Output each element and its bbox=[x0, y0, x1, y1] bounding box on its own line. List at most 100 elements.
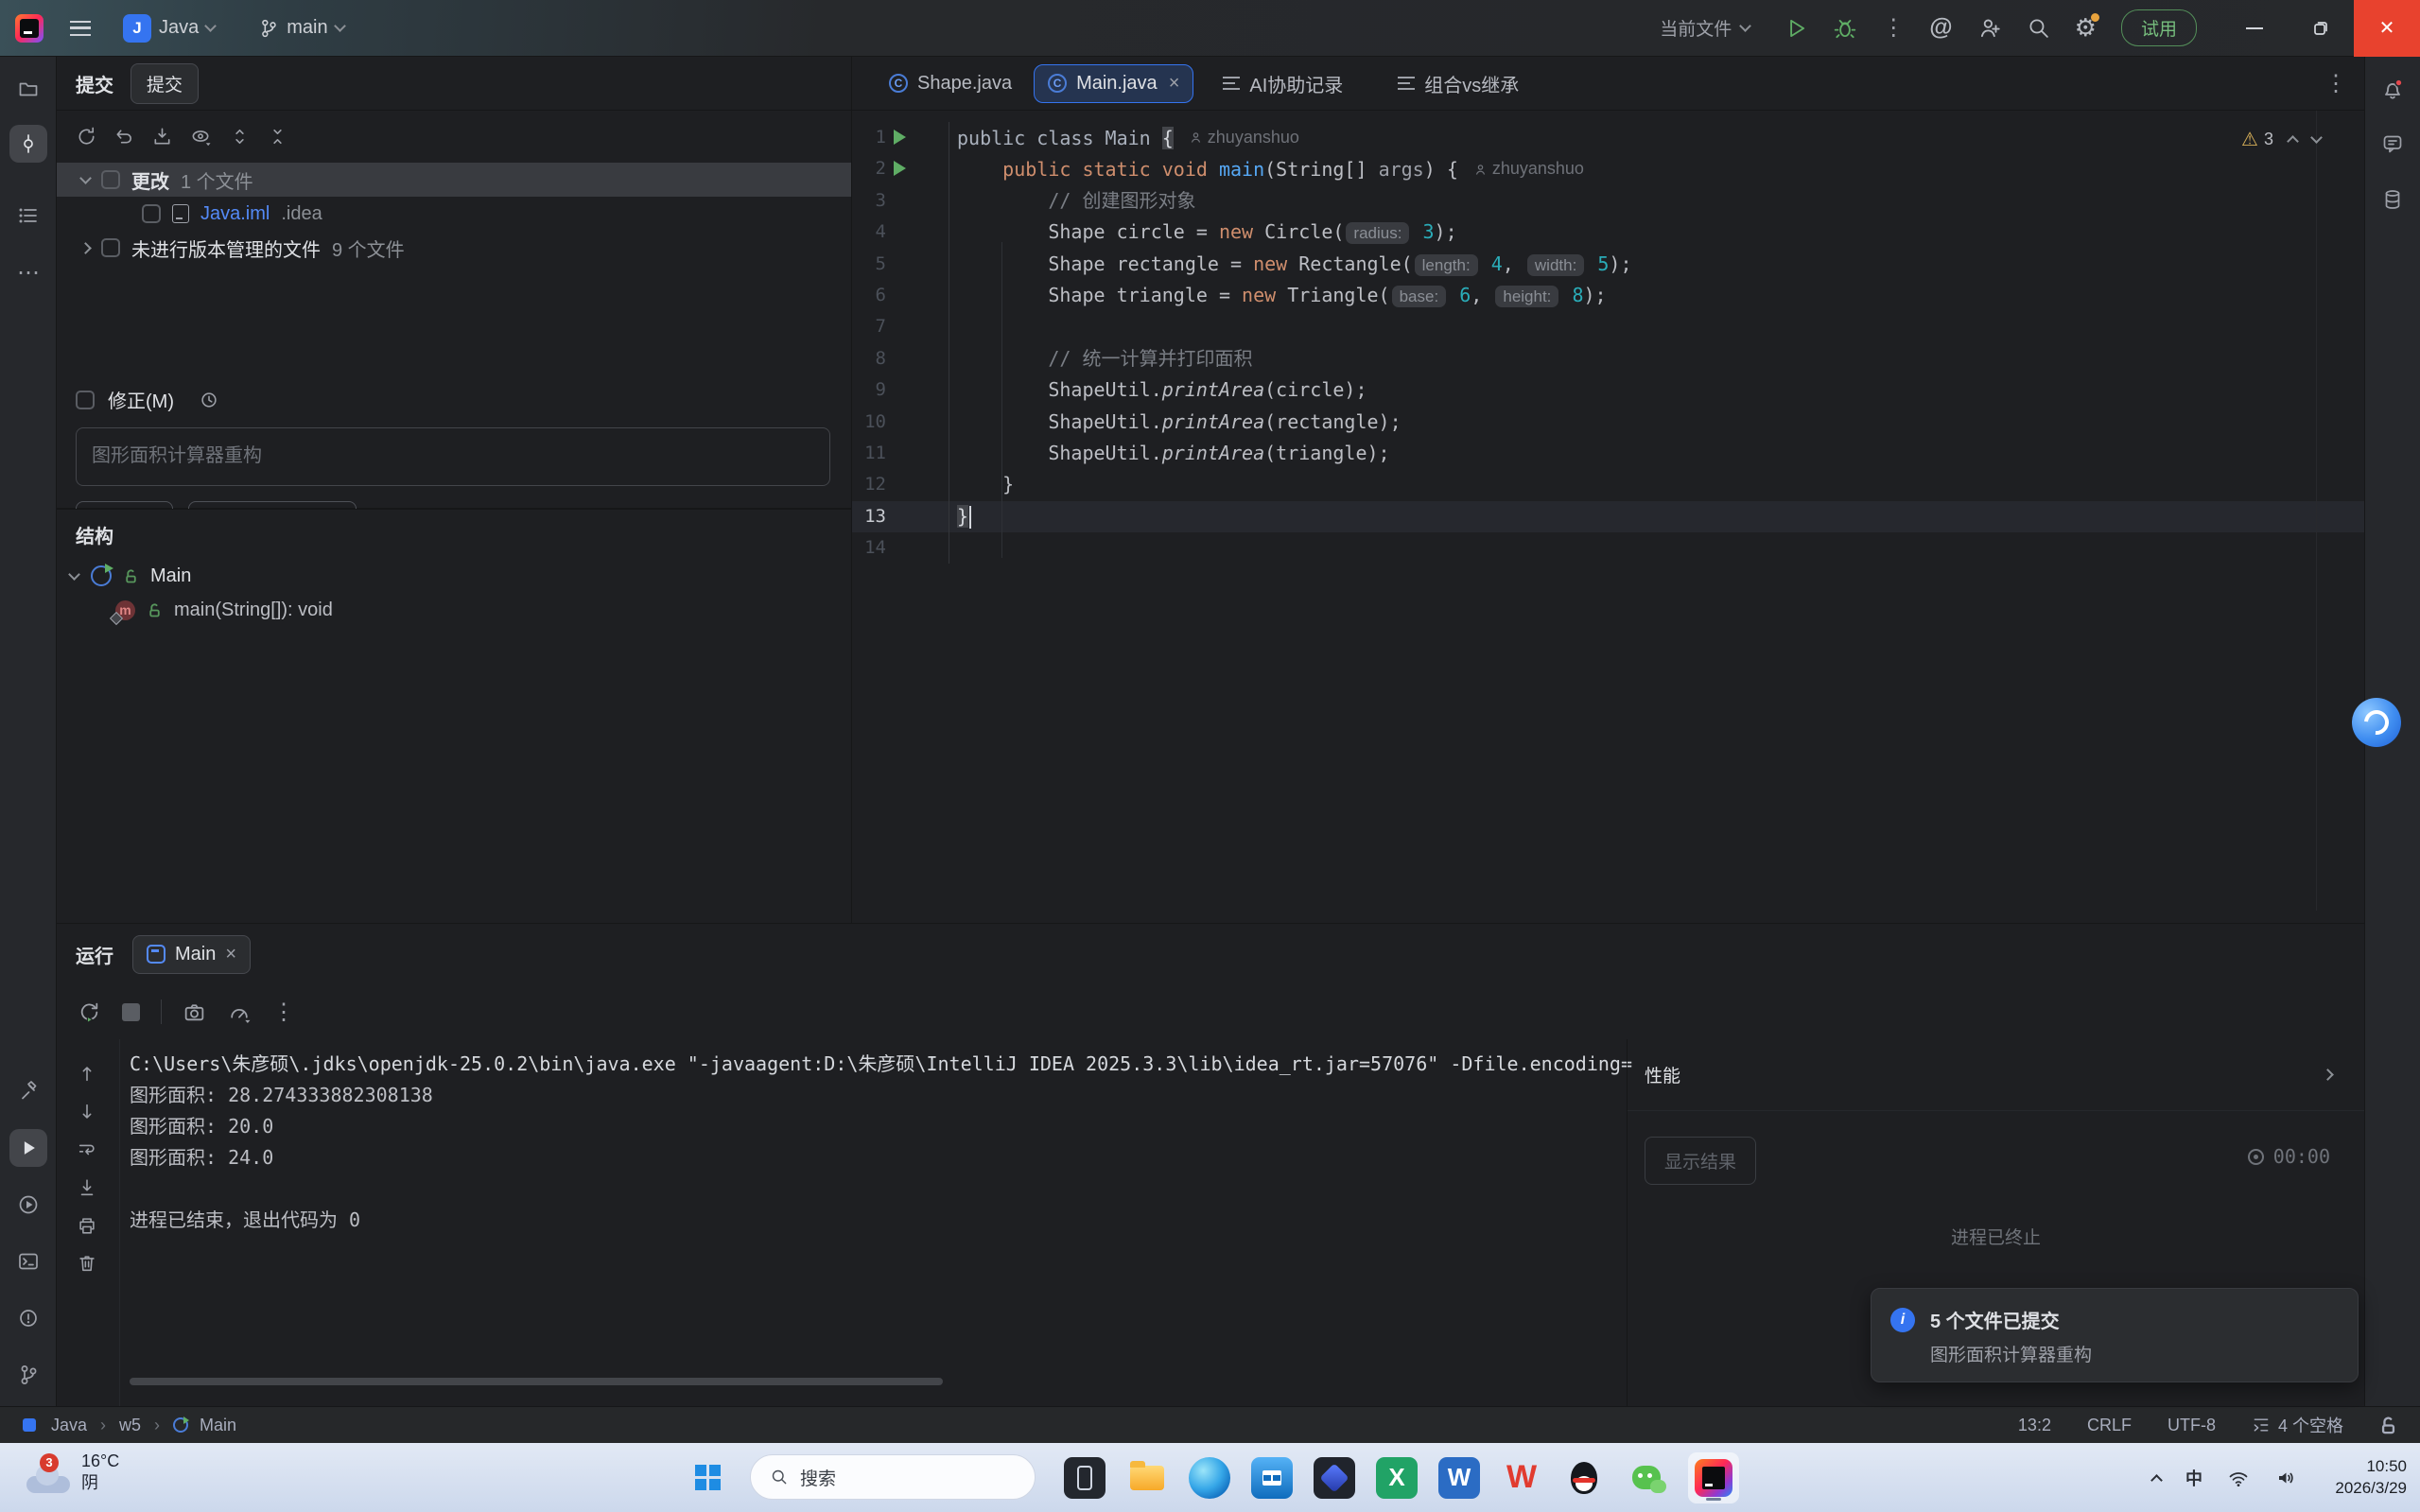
intellij-taskbar-icon[interactable] bbox=[1688, 1452, 1739, 1503]
stop-icon[interactable] bbox=[122, 1003, 140, 1021]
code-line-12[interactable]: 12 } bbox=[852, 469, 2364, 500]
console-output[interactable]: C:\Users\朱彦硕\.jdks\openjdk-25.0.2\bin\ja… bbox=[130, 1049, 1632, 1236]
rollback-icon[interactable] bbox=[113, 126, 135, 148]
show-results-button[interactable]: 显示结果 bbox=[1645, 1137, 1756, 1185]
trial-button[interactable]: 试用 bbox=[2121, 9, 2197, 46]
window-close-button[interactable]: ✕ bbox=[2354, 0, 2420, 57]
down-stack-icon[interactable] bbox=[70, 1095, 104, 1129]
run-configuration-selector[interactable]: 当前文件 bbox=[1650, 9, 1759, 47]
code-line-2[interactable]: 2 public static void main(String[] args)… bbox=[852, 153, 2364, 184]
expand-all-icon[interactable] bbox=[229, 126, 251, 148]
word-icon[interactable]: W bbox=[1438, 1457, 1480, 1499]
terminal-tool-icon[interactable] bbox=[9, 1243, 47, 1280]
version-control-tool-icon[interactable] bbox=[9, 1356, 47, 1394]
run-tab-close-icon[interactable]: × bbox=[225, 944, 236, 965]
unlocked-icon[interactable] bbox=[2379, 1416, 2397, 1434]
excel-icon[interactable]: X bbox=[1376, 1457, 1418, 1499]
project-selector[interactable]: J Java bbox=[113, 9, 224, 47]
collapse-all-icon[interactable] bbox=[267, 126, 288, 148]
clear-console-trash-icon[interactable] bbox=[70, 1246, 104, 1280]
run-button[interactable] bbox=[1784, 16, 1808, 41]
file-explorer-icon[interactable] bbox=[1126, 1457, 1168, 1499]
indent-setting[interactable]: 4 个空格 bbox=[2252, 1413, 2343, 1437]
settings-button[interactable]: ⚙ bbox=[2075, 13, 2097, 43]
code-line-6[interactable]: 6 Shape triangle = new Triangle(base: 6,… bbox=[852, 280, 2364, 311]
chevron-down-icon[interactable] bbox=[79, 172, 92, 184]
code-line-13[interactable]: 13} bbox=[852, 501, 2364, 532]
main-menu-icon[interactable] bbox=[70, 21, 91, 36]
inspections-widget[interactable]: ⚠ 3 bbox=[2241, 128, 2321, 151]
chevron-right-icon[interactable] bbox=[79, 242, 92, 254]
breadcrumb-file[interactable]: Main bbox=[200, 1416, 236, 1435]
problems-tool-icon[interactable] bbox=[9, 1299, 47, 1337]
tab-ai-notes[interactable]: AI协助记录 bbox=[1209, 61, 1357, 106]
code-line-4[interactable]: 4 Shape circle = new Circle(radius: 3); bbox=[852, 217, 2364, 248]
tab-shape-java[interactable]: C Shape.java bbox=[875, 64, 1026, 103]
code-line-8[interactable]: 8 // 统一计算并打印面积 bbox=[852, 343, 2364, 374]
run-tool-icon[interactable] bbox=[9, 1129, 47, 1167]
chevron-down-icon[interactable] bbox=[68, 568, 80, 581]
print-icon[interactable] bbox=[70, 1208, 104, 1243]
build-tool-icon[interactable] bbox=[9, 1072, 47, 1110]
weather-widget[interactable]: 3 16°C 阴 bbox=[26, 1451, 119, 1493]
code-line-5[interactable]: 5 Shape rectangle = new Rectangle(length… bbox=[852, 249, 2364, 280]
caret-position[interactable]: 13:2 bbox=[2018, 1416, 2051, 1435]
taskbar-app-dark-icon[interactable] bbox=[1064, 1457, 1106, 1499]
taskbar-app-blue-icon[interactable] bbox=[1314, 1457, 1355, 1499]
structure-tool-icon[interactable] bbox=[9, 197, 47, 235]
run-line-icon[interactable] bbox=[894, 161, 906, 176]
window-minimize-button[interactable] bbox=[2221, 0, 2288, 57]
commit-message-input[interactable]: 图形面积计算器重构 bbox=[76, 427, 830, 486]
code-line-14[interactable]: 14 bbox=[852, 532, 2364, 564]
tab-main-java[interactable]: C Main.java × bbox=[1034, 64, 1193, 103]
code-line-11[interactable]: 11 ShapeUtil.printArea(triangle); bbox=[852, 438, 2364, 469]
wps-icon[interactable]: W bbox=[1501, 1457, 1542, 1499]
wifi-icon[interactable] bbox=[2227, 1467, 2250, 1489]
notifications-bell-icon[interactable] bbox=[2374, 70, 2411, 108]
console-horizontal-scrollbar[interactable] bbox=[130, 1378, 943, 1385]
window-restore-button[interactable] bbox=[2288, 0, 2354, 57]
commit-tab[interactable]: 提交 bbox=[131, 63, 199, 104]
services-tool-icon[interactable] bbox=[9, 1186, 47, 1224]
shelve-icon[interactable] bbox=[151, 126, 173, 148]
up-stack-icon[interactable] bbox=[70, 1056, 104, 1090]
profiler-gauge-icon[interactable] bbox=[227, 1000, 252, 1024]
taskbar-clock[interactable]: 10:50 2026/3/29 bbox=[2335, 1456, 2407, 1500]
unversioned-group-row[interactable]: 未进行版本管理的文件 9 个文件 bbox=[57, 231, 851, 265]
edge-browser-icon[interactable] bbox=[1189, 1457, 1230, 1499]
breadcrumb-dir[interactable]: w5 bbox=[119, 1416, 141, 1435]
preview-diff-eye-icon[interactable] bbox=[189, 126, 213, 148]
soft-wrap-icon[interactable] bbox=[70, 1133, 104, 1167]
project-tool-icon[interactable] bbox=[9, 70, 47, 108]
tray-expand-chevron-icon[interactable] bbox=[2150, 1474, 2163, 1486]
file-encoding[interactable]: UTF-8 bbox=[2168, 1416, 2216, 1435]
more-tool-windows-icon[interactable]: ⋯ bbox=[9, 253, 47, 291]
code-line-7[interactable]: 7 bbox=[852, 311, 2364, 342]
scroll-to-end-icon[interactable] bbox=[70, 1171, 104, 1205]
search-everywhere-icon[interactable] bbox=[2027, 16, 2050, 40]
run-line-icon[interactable] bbox=[894, 130, 906, 145]
editor-options-icon[interactable]: ⋮ bbox=[2324, 70, 2347, 97]
code-line-1[interactable]: 1public class Main {zhuyanshuo bbox=[852, 122, 2364, 153]
rerun-icon[interactable] bbox=[78, 1000, 101, 1024]
amend-checkbox[interactable] bbox=[76, 391, 95, 409]
file-checkbox[interactable] bbox=[142, 204, 161, 223]
changed-file-row[interactable]: Java.iml .idea bbox=[57, 197, 851, 231]
code-with-me-icon[interactable] bbox=[1977, 16, 2002, 41]
microsoft-store-icon[interactable] bbox=[1251, 1457, 1293, 1499]
tab-composition-vs-inheritance[interactable]: 组合vs继承 bbox=[1384, 61, 1533, 106]
run-more-options-icon[interactable]: ⋮ bbox=[272, 999, 295, 1026]
code-editor[interactable]: 1public class Main {zhuyanshuo2 public s… bbox=[852, 111, 2364, 923]
volume-icon[interactable] bbox=[2274, 1467, 2297, 1489]
changes-group-row[interactable]: 更改 1 个文件 bbox=[57, 163, 851, 197]
commit-history-clock-icon[interactable] bbox=[199, 390, 219, 410]
ai-assistant-icon[interactable]: @ bbox=[1929, 14, 1952, 42]
structure-class-row[interactable]: Main bbox=[57, 559, 851, 593]
line-separator[interactable]: CRLF bbox=[2087, 1416, 2132, 1435]
prev-warning-icon[interactable] bbox=[2287, 135, 2299, 148]
wechat-icon[interactable] bbox=[1626, 1457, 1667, 1499]
more-actions-icon[interactable]: ⋮ bbox=[1882, 14, 1905, 42]
next-warning-icon[interactable] bbox=[2310, 131, 2323, 144]
changes-checkbox[interactable] bbox=[101, 170, 120, 189]
qq-icon[interactable] bbox=[1563, 1457, 1605, 1499]
